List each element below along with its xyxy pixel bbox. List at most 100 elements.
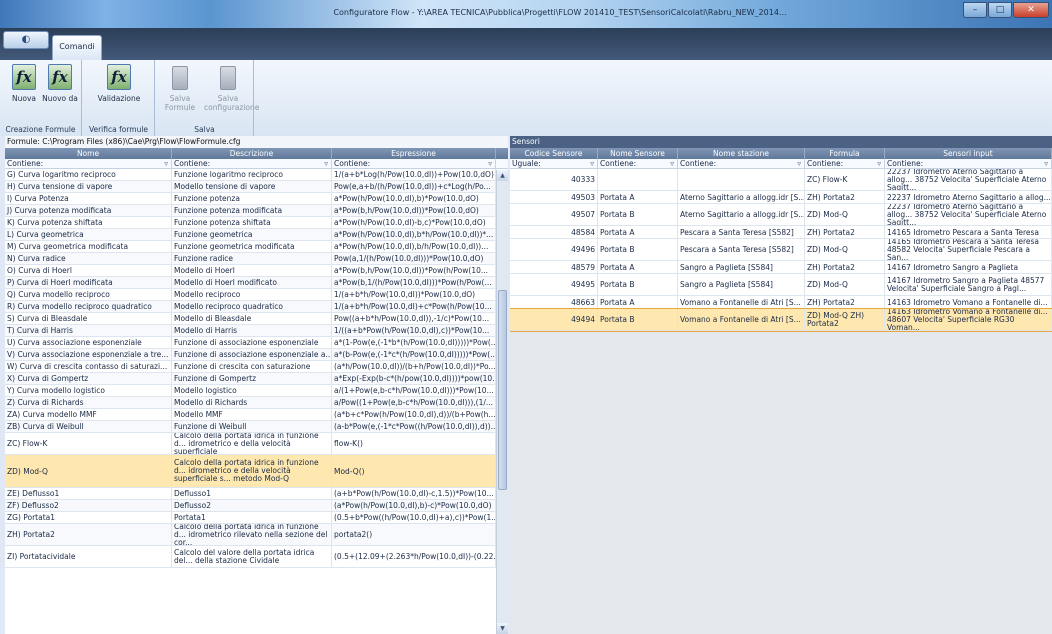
formula-cell-nome: ZC) Flow-K (5, 433, 172, 454)
salva-configurazione-button[interactable]: Salva configurazione (204, 64, 259, 112)
formula-row[interactable]: R) Curva modello reciproco quadratico Mod… (5, 301, 508, 313)
formula-row[interactable]: U) Curva associazione esponenziale Funzio… (5, 337, 508, 349)
nuovo-da-button[interactable]: fx Nuovo da (42, 64, 78, 103)
formula-row[interactable]: H) Curva tensione di vapore Modello tensi… (5, 181, 508, 193)
formula-row[interactable]: X) Curva di Gompertz Funzione di Gompertz… (5, 373, 508, 385)
filter-codice[interactable]: Uguale: ▿ (510, 159, 598, 168)
formula-row[interactable]: T) Curva di Harris Modello di Harris 1/((a… (5, 325, 508, 337)
filter-label: Contiene: (807, 159, 844, 168)
sensor-cell-code: 48579 (510, 261, 598, 273)
formula-row[interactable]: Q) Curva modello reciproco Modello recipr… (5, 289, 508, 301)
filter-descrizione[interactable]: Contiene: ▿ (172, 159, 332, 168)
formula-cell-expr: flow-K() (332, 433, 496, 454)
formula-row[interactable]: ZH) Portata2 Calcolo della portata idrica… (5, 524, 508, 546)
formula-row[interactable]: G) Curva logaritmo reciproco Funzione log… (5, 169, 508, 181)
formula-row[interactable]: ZD) Mod-Q Calcolo della portata idrica in… (5, 455, 508, 488)
sensor-cell-formula: ZH) Portata2 (805, 296, 885, 308)
sensor-row[interactable]: 40333 ZC) Flow-K 22237 Idrometro Aterno Sa… (510, 169, 1052, 191)
formula-row[interactable]: K) Curva potenza shiftata Funzione potenz… (5, 217, 508, 229)
formule-scrollbar[interactable]: ▲ ▼ (496, 170, 508, 634)
filter-icon: ▿ (488, 159, 492, 168)
application-menu-button[interactable]: ◐ (3, 31, 49, 49)
sensor-row[interactable]: 48579 Portata A Sangro a Paglieta [S584] ZH… (510, 261, 1052, 274)
formula-cell-expr: (a*b+c*Pow(h/Pow(10.0,dI),d))/(b+Pow(h..… (334, 409, 496, 420)
formula-cell-nome: Z) Curva di Richards (5, 397, 172, 408)
formula-row[interactable]: ZA) Curva modello MMF Modello MMF (a*b+c*P… (5, 409, 508, 421)
formula-row[interactable]: Y) Curva modello logistico Modello logist… (5, 385, 508, 397)
filter-label: Contiene: (7, 159, 44, 168)
formula-row[interactable]: ZG) Portata1 Portata1 (0.5+b*Pow((h/Pow(10… (5, 512, 508, 524)
close-button[interactable]: ✕ (1013, 2, 1049, 18)
formula-row[interactable]: M) Curva geometrica modificata Funzione g… (5, 241, 508, 253)
formula-row[interactable]: V) Curva associazione esponenziale a tre… (5, 349, 508, 361)
minimize-button[interactable]: – (963, 2, 987, 18)
scroll-thumb[interactable] (498, 290, 507, 490)
tab-comandi[interactable]: Comandi (52, 35, 102, 60)
sensor-cell-nome (598, 169, 678, 190)
sensor-cell-formula: ZH) Portata2 (805, 226, 885, 238)
sensor-row[interactable]: 49503 Portata A Aterno Sagittario a allogg… (510, 191, 1052, 204)
formula-row[interactable]: W) Curva di crescita contasso di saturaz… (5, 361, 508, 373)
formula-row[interactable]: ZF) Deflusso2 Deflusso2 (a*Pow(h/Pow(10.0,… (5, 500, 508, 512)
maximize-button[interactable]: □ (988, 2, 1012, 18)
formula-cell-expr: (a+b*Pow(h/Pow(10.0,dI)-c,1.5))*Pow(10..… (332, 488, 496, 499)
formula-cell-expr: portata2() (332, 524, 496, 545)
sensor-row[interactable]: 49496 Portata B Pescara a Santa Teresa [S5… (510, 239, 1052, 261)
filter-label: Contiene: (680, 159, 717, 168)
formula-row[interactable]: ZI) Portatacividale Calcolo del valore de… (5, 546, 508, 568)
formula-cell-expr: a*Pow(h/Pow(10.0,dI),b*h/Pow(10.0,dI))*.… (332, 229, 496, 240)
formula-row[interactable]: ZC) Flow-K Calcolo della portata idrica i… (5, 433, 508, 455)
formula-row[interactable]: ZE) Deflusso1 Deflusso1 (a+b*Pow(h/Pow(10.… (5, 488, 508, 500)
scroll-up-icon[interactable]: ▲ (497, 170, 508, 181)
nuova-button[interactable]: fx Nuova (10, 64, 38, 103)
filter-nome[interactable]: Contiene: ▿ (5, 159, 172, 168)
sensor-cell-formula: ZD) Mod-Q (805, 274, 885, 295)
filter-nome-sensore[interactable]: Contiene: ▿ (598, 159, 678, 168)
column-header-nome-sensore[interactable]: Nome Sensore (598, 148, 678, 159)
column-header-espressione[interactable]: Espressione (332, 148, 496, 159)
formula-row[interactable]: Z) Curva di Richards Modello di Richards a… (5, 397, 508, 409)
sensori-filter-row: Uguale: ▿ Contiene: ▿ Contiene: ▿ Contiene:… (510, 159, 1052, 169)
formula-cell-nome: N) Curva radice (5, 253, 172, 264)
formula-cell-desc: Modello di Hoerl (172, 265, 332, 276)
filter-stazione[interactable]: Contiene: ▿ (678, 159, 805, 168)
formule-panel: Formule: C:\Program Files (x86)\Cae\Prg\… (5, 136, 508, 634)
scroll-down-icon[interactable]: ▼ (497, 623, 508, 634)
formula-cell-nome: X) Curva di Gompertz (5, 373, 172, 384)
sensor-row[interactable]: 49494 Portata B Vomano a Fontanelle di Atr… (510, 308, 1052, 332)
formula-cell-nome: J) Curva potenza modificata (5, 205, 172, 216)
filter-formula[interactable]: Contiene: ▿ (805, 159, 885, 168)
formula-row[interactable]: L) Curva geometrica Funzione geometrica a*… (5, 229, 508, 241)
formula-row[interactable]: N) Curva radice Funzione radice Pow(a,1/(h… (5, 253, 508, 265)
column-header-stazione[interactable]: Nome stazione (678, 148, 805, 159)
ribbon-group-verifica: fx Validazione Verifica formule (83, 60, 155, 136)
column-header-codice[interactable]: Codice Sensore (510, 148, 598, 159)
formula-row[interactable]: S) Curva di Bleasdale Modello di Bleasdal… (5, 313, 508, 325)
formula-row[interactable]: ZB) Curva di Weibull Funzione di Weibull(… (5, 421, 508, 433)
salva-formule-button[interactable]: Salva Formule (160, 64, 200, 112)
column-header-descrizione[interactable]: Descrizione (172, 148, 332, 159)
column-header-nome[interactable]: Nome (5, 148, 172, 159)
formula-row[interactable]: I) Curva Potenza Funzione potenza a*Pow(h/… (5, 193, 508, 205)
formula-cell-desc: Funzione radice (172, 253, 332, 264)
formula-cell-nome: ZI) Portatacividale (5, 546, 172, 567)
formula-row[interactable]: J) Curva potenza modificata Funzione pote… (5, 205, 508, 217)
sensor-row[interactable]: 48663 Portata A Vomano a Fontanelle di Atr… (510, 296, 1052, 309)
formula-row[interactable]: P) Curva di Hoerl modificata Modello di H… (5, 277, 508, 289)
column-header-sensori-input[interactable]: Sensori input (885, 148, 1052, 159)
formula-cell-nome: V) Curva associazione esponenziale a tre… (5, 349, 172, 360)
filter-icon: ▿ (797, 159, 801, 168)
filter-espressione[interactable]: Contiene: ▿ (332, 159, 496, 168)
sensor-row[interactable]: 48584 Portata A Pescara a Santa Teresa [S5… (510, 226, 1052, 239)
sensor-row[interactable]: 49507 Portata B Aterno Sagittario a allogg… (510, 204, 1052, 226)
sensor-cell-code: 48584 (510, 226, 598, 238)
group-label: Verifica formule (88, 125, 149, 134)
sensor-row[interactable]: 49495 Portata B Sangro a Paglieta [S584] ZD… (510, 274, 1052, 296)
formula-row[interactable]: O) Curva di Hoerl Modello di Hoerl a*Pow(b… (5, 265, 508, 277)
filter-sensori-input[interactable]: Contiene: ▿ (885, 159, 1052, 168)
column-header-formula[interactable]: Formula (805, 148, 885, 159)
sensor-cell-input: 14167 Idrometro Sangro a Paglieta 48577 … (885, 274, 1052, 295)
validazione-button[interactable]: fx Validazione (93, 64, 145, 103)
formula-cell-expr: a*Pow(h/Pow(10.0,dI),b/h/Pow(10.0,dI))..… (332, 241, 496, 252)
formula-cell-nome: Y) Curva modello logistico (5, 385, 172, 396)
